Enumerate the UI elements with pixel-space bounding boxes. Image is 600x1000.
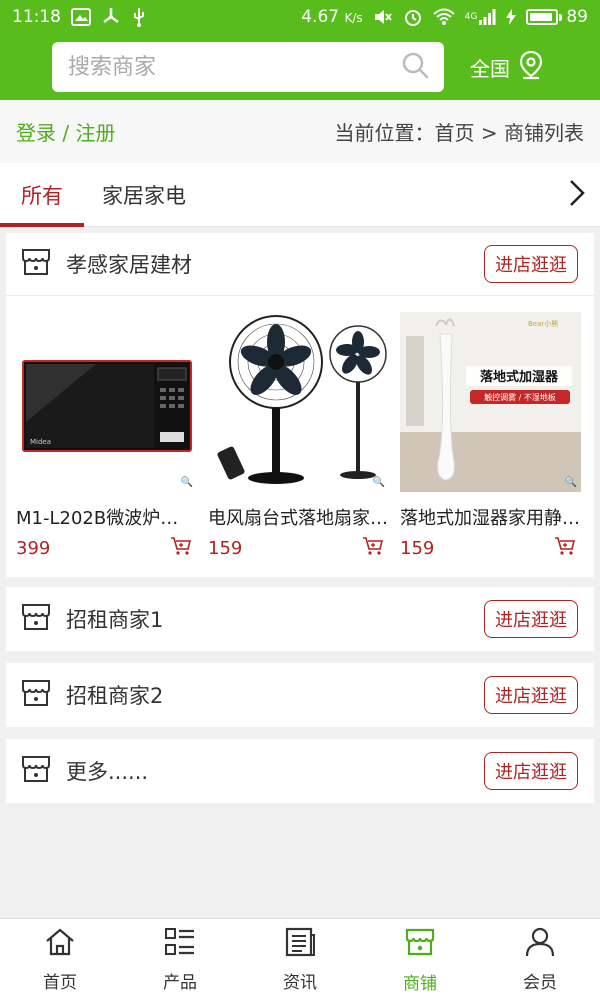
shop-icon <box>20 246 52 282</box>
product-card[interactable]: 落地式加湿器 触控调雾 / 不湿地板 Bear小熊 🔍 落地式加湿器家用静音卧室… <box>396 312 588 577</box>
shop-name[interactable]: 孝感家居建材 <box>66 249 192 279</box>
status-bar: 11:18 4.67 K/s 4G 89 <box>0 0 600 34</box>
product-card[interactable]: Midea 🔍 M1-L202B微波炉家用智能 399 <box>12 312 204 577</box>
network-speed: 4.67 <box>301 7 340 27</box>
product-list: Midea 🔍 M1-L202B微波炉家用智能 399 MAYA <box>6 295 594 577</box>
zoom-icon: 🔍 <box>564 477 577 488</box>
shop-card: 更多...... 进店逛逛 <box>6 739 594 803</box>
nav-label: 资讯 <box>283 972 317 993</box>
fan-brand-text: MAYA <box>267 320 281 326</box>
shop-name[interactable]: 招租商家1 <box>66 604 163 634</box>
add-to-cart-icon[interactable] <box>554 536 576 560</box>
news-icon <box>284 927 316 962</box>
zoom-icon: 🔍 <box>372 477 385 488</box>
signal-icon: 4G <box>465 8 497 26</box>
add-to-cart-icon[interactable] <box>170 536 192 560</box>
tab-label: 所有 <box>21 183 63 208</box>
add-to-cart-icon[interactable] <box>362 536 384 560</box>
humidifier-brand-text: Bear小熊 <box>528 319 558 328</box>
login-register-link[interactable]: 登录 / 注册 <box>16 117 115 146</box>
shop-card: 招租商家1 进店逛逛 <box>6 587 594 651</box>
usb-icon <box>131 7 147 27</box>
visit-shop-button[interactable]: 进店逛逛 <box>484 245 578 283</box>
tab-label: 家居家电 <box>102 183 186 208</box>
tab-home-appliances[interactable]: 家居家电 <box>84 163 204 226</box>
chevron-right-icon <box>568 178 586 212</box>
microwave-image[interactable]: Midea 🔍 <box>16 312 197 492</box>
nav-news[interactable]: 资讯 <box>240 919 360 1000</box>
nav-label: 产品 <box>163 972 197 993</box>
wifi-icon <box>432 8 455 26</box>
mute-icon <box>373 8 393 26</box>
shop-icon <box>20 601 52 637</box>
region-label: 全国 <box>470 56 510 81</box>
nav-member[interactable]: 会员 <box>480 919 600 1000</box>
shop-card: 孝感家居建材 进店逛逛 Midea 🔍 M1-L202B微波炉家用智能 <box>6 233 594 577</box>
nav-home[interactable]: 首页 <box>0 919 120 1000</box>
nav-label: 首页 <box>43 972 77 993</box>
zoom-icon: 🔍 <box>180 477 193 488</box>
microwave-brand-text: Midea <box>30 438 51 446</box>
tabs-next-button[interactable] <box>568 163 586 226</box>
shop-card: 招租商家2 进店逛逛 <box>6 663 594 727</box>
home-icon <box>44 927 76 962</box>
search-box[interactable] <box>52 42 444 92</box>
battery-indicator: 89 <box>526 7 588 27</box>
product-price: 159 <box>400 537 435 559</box>
humidifier-image[interactable]: 落地式加湿器 触控调雾 / 不湿地板 Bear小熊 🔍 <box>400 312 581 492</box>
search-icon[interactable] <box>400 50 430 84</box>
region-selector[interactable]: 全国 <box>470 50 544 85</box>
shop-name[interactable]: 招租商家2 <box>66 680 163 710</box>
user-icon <box>524 927 556 962</box>
nav-products[interactable]: 产品 <box>120 919 240 1000</box>
product-name: M1-L202B微波炉家用智能 <box>16 508 196 529</box>
shop-header: 孝感家居建材 进店逛逛 <box>6 233 594 295</box>
category-tabs: 所有 家居家电 <box>0 163 600 227</box>
product-list-icon <box>164 927 196 962</box>
visit-shop-button[interactable]: 进店逛逛 <box>484 752 578 790</box>
image-notification-icon <box>71 8 91 26</box>
product-price: 159 <box>208 537 243 559</box>
product-name: 电风扇台式落地扇家用静音 <box>208 508 388 529</box>
network-type: 4G <box>464 12 478 22</box>
shop-icon <box>20 753 52 789</box>
status-time: 11:18 <box>12 7 61 27</box>
header: 全国 <box>0 34 600 100</box>
fan-notification-icon <box>101 7 121 27</box>
humidifier-banner-text: 落地式加湿器 <box>480 369 559 385</box>
battery-percent: 89 <box>566 7 588 27</box>
product-card[interactable]: MAYA 🔍 电风扇台式落地扇家用静音 159 <box>204 312 396 577</box>
search-input[interactable] <box>68 54 368 80</box>
nav-label: 商铺 <box>403 973 437 994</box>
more-shops-link[interactable]: 更多...... <box>66 756 148 786</box>
visit-shop-button[interactable]: 进店逛逛 <box>484 676 578 714</box>
network-speed-unit: K/s <box>344 11 363 25</box>
product-name: 落地式加湿器家用静音卧室 <box>400 508 580 529</box>
location-pin-icon <box>518 50 544 85</box>
tab-all[interactable]: 所有 <box>0 163 84 227</box>
humidifier-sub-text: 触控调雾 / 不湿地板 <box>484 392 556 402</box>
breadcrumb-row: 登录 / 注册 当前位置：首页 > 商铺列表 <box>0 100 600 163</box>
shop-icon <box>20 677 52 713</box>
breadcrumb: 当前位置：首页 > 商铺列表 <box>334 121 584 145</box>
electric-fan-image[interactable]: MAYA 🔍 <box>208 312 389 492</box>
visit-shop-button[interactable]: 进店逛逛 <box>484 600 578 638</box>
nav-label: 会员 <box>523 972 557 993</box>
nav-shops[interactable]: 商铺 <box>360 919 480 1000</box>
shop-icon <box>404 926 436 963</box>
product-price: 399 <box>16 537 51 559</box>
alarm-icon <box>403 7 423 27</box>
charging-icon <box>506 9 517 25</box>
bottom-navigation: 首页 产品 资讯 商铺 会员 <box>0 918 600 1000</box>
